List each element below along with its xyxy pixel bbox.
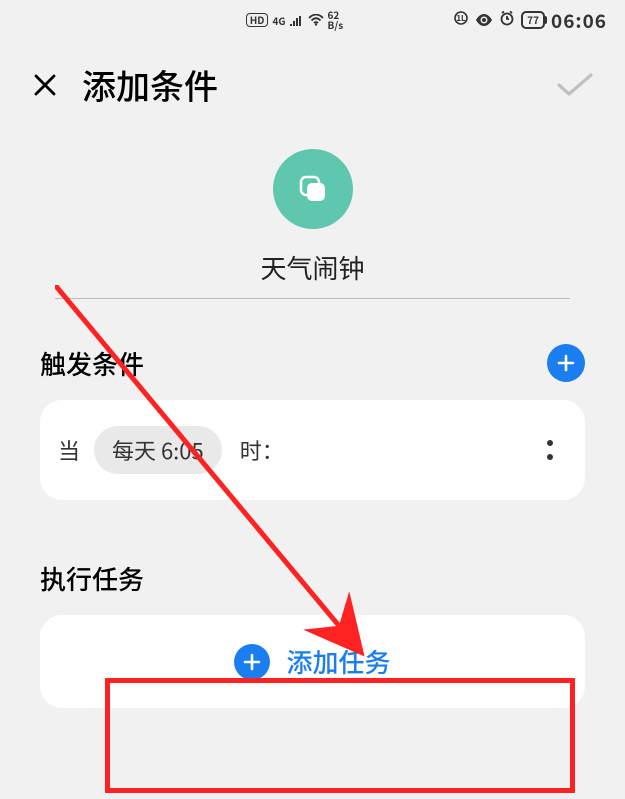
net-speed: 62B/s — [328, 10, 344, 30]
battery-icon: 77 — [521, 11, 545, 29]
trigger-after-label: 时： — [240, 434, 284, 466]
trigger-when-label: 当 — [58, 434, 80, 466]
close-button[interactable] — [30, 70, 60, 100]
alarm-icon — [499, 10, 515, 31]
exec-section: 执行任务 — [40, 560, 585, 597]
status-right: 1L 77 06:06 — [453, 7, 607, 34]
plus-icon — [234, 644, 270, 680]
add-task-label: 添加任务 — [286, 643, 390, 680]
clock-time: 06:06 — [551, 7, 607, 34]
trigger-time-chip[interactable]: 每天 6:05 — [94, 426, 222, 474]
trigger-title: 触发条件 — [40, 345, 144, 382]
confirm-button[interactable] — [555, 70, 595, 100]
exec-title: 执行任务 — [40, 560, 144, 597]
task-name-input[interactable]: 天气闹钟 — [55, 249, 570, 299]
add-task-button[interactable]: 添加任务 — [40, 615, 585, 708]
page-title: 添加条件 — [82, 60, 218, 109]
location-icon: 1L — [453, 10, 469, 31]
net-4g-icon: 4G — [272, 13, 285, 28]
trigger-section: 触发条件 当 每天 6:05 时： — [40, 344, 585, 500]
eye-icon — [475, 10, 493, 31]
wifi-icon — [308, 10, 324, 31]
task-type-icon[interactable] — [273, 149, 353, 229]
trigger-card[interactable]: 当 每天 6:05 时： — [40, 400, 585, 500]
page-header: 添加条件 — [0, 40, 625, 119]
status-bar: HD 4G 62B/s 1L 77 06:06 — [0, 0, 625, 40]
status-left: HD 4G 62B/s — [246, 10, 343, 31]
svg-text:1L: 1L — [456, 13, 466, 24]
more-icon[interactable] — [547, 440, 559, 460]
task-icon-block — [0, 149, 625, 229]
signal-icon — [290, 10, 304, 31]
add-trigger-button[interactable] — [547, 344, 585, 382]
hd-icon: HD — [246, 13, 269, 27]
